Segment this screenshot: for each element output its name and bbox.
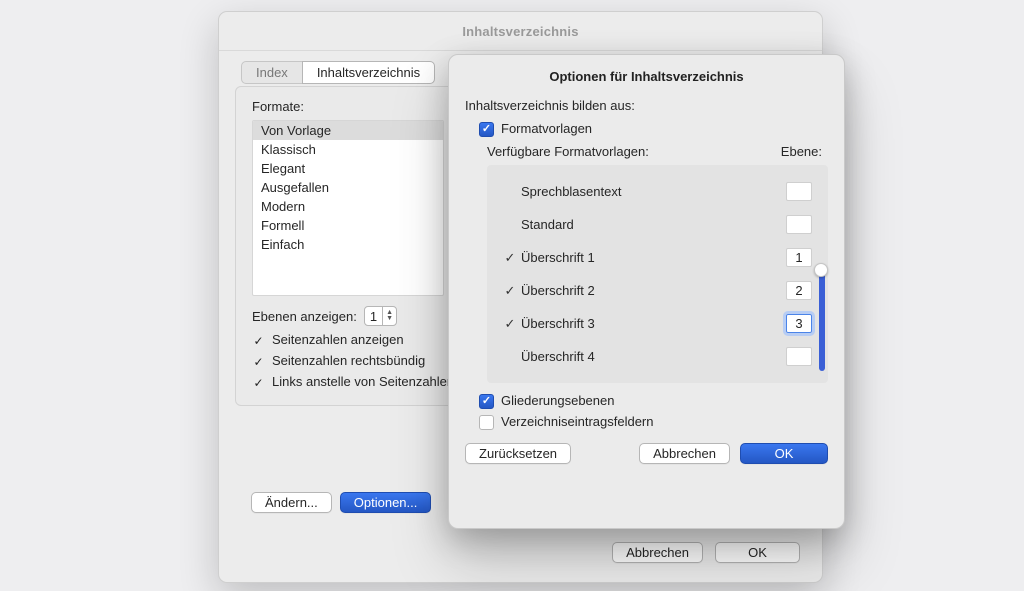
- tab-index[interactable]: Index: [241, 61, 303, 84]
- style-row: ✓ Überschrift 2 2: [499, 274, 816, 307]
- style-name: Überschrift 4: [521, 349, 786, 364]
- style-name: Überschrift 3: [521, 316, 786, 331]
- list-item[interactable]: Von Vorlage: [253, 121, 443, 140]
- option-label: Links anstelle von Seitenzahlen: [272, 374, 454, 389]
- sheet-button-row: Zurücksetzen Abbrechen OK: [465, 443, 828, 464]
- style-row: Überschrift 4: [499, 340, 816, 373]
- checkbox-label: Verzeichniseintragsfeldern: [501, 414, 653, 429]
- checkmark-icon: [252, 355, 265, 368]
- checkbox-label: Formatvorlagen: [501, 121, 592, 136]
- levels-stepper[interactable]: 1 ▲▼: [364, 306, 397, 326]
- style-checkmark: ✓: [499, 283, 521, 299]
- list-item[interactable]: Einfach: [253, 235, 443, 254]
- stepper-arrows-icon[interactable]: ▲▼: [382, 307, 396, 325]
- modify-button[interactable]: Ändern...: [251, 492, 332, 513]
- entry-fields-checkbox-row[interactable]: Verzeichniseintragsfeldern: [479, 414, 828, 429]
- checkmark-icon: [252, 376, 265, 389]
- scrollbar-thumb[interactable]: [819, 273, 825, 371]
- level-input[interactable]: [786, 347, 812, 366]
- styles-area: Verfügbare Formatvorlagen: Ebene: Sprech…: [487, 144, 828, 383]
- toc-options-sheet: Optionen für Inhaltsverzeichnis Inhaltsv…: [448, 54, 845, 529]
- style-checkmark: ✓: [499, 316, 521, 332]
- list-item[interactable]: Formell: [253, 216, 443, 235]
- tab-toc[interactable]: Inhaltsverzeichnis: [302, 61, 435, 84]
- level-input[interactable]: [786, 215, 812, 234]
- checkbox-icon[interactable]: [479, 122, 494, 137]
- list-item[interactable]: Modern: [253, 197, 443, 216]
- reset-button[interactable]: Zurücksetzen: [465, 443, 571, 464]
- checkbox-icon[interactable]: [479, 415, 494, 430]
- level-input[interactable]: 2: [786, 281, 812, 300]
- level-input[interactable]: 1: [786, 248, 812, 267]
- style-checkmark: ✓: [499, 250, 521, 266]
- style-row: ✓ Überschrift 1 1: [499, 241, 816, 274]
- level-input[interactable]: 3: [786, 314, 812, 333]
- build-from-label: Inhaltsverzeichnis bilden aus:: [465, 98, 828, 113]
- sheet-title: Optionen für Inhaltsverzeichnis: [465, 69, 828, 84]
- level-column-label: Ebene:: [781, 144, 822, 159]
- cancel-button[interactable]: Abbrechen: [612, 542, 703, 563]
- checkmark-icon: [252, 334, 265, 347]
- checkbox-icon[interactable]: [479, 394, 494, 409]
- levels-value: 1: [365, 309, 382, 324]
- list-item[interactable]: Ausgefallen: [253, 178, 443, 197]
- style-row: Standard: [499, 208, 816, 241]
- style-row: ✓ Überschrift 3 3: [499, 307, 816, 340]
- formats-list[interactable]: Von Vorlage Klassisch Elegant Ausgefalle…: [252, 120, 444, 296]
- outline-checkbox-row[interactable]: Gliederungsebenen: [479, 393, 828, 408]
- styles-checkbox-row[interactable]: Formatvorlagen: [479, 121, 828, 136]
- style-name: Überschrift 2: [521, 283, 786, 298]
- option-label: Seitenzahlen rechtsbündig: [272, 353, 425, 368]
- scrollbar[interactable]: [819, 177, 825, 371]
- cancel-button[interactable]: Abbrechen: [639, 443, 730, 464]
- checkbox-label: Gliederungsebenen: [501, 393, 614, 408]
- window-footer: Abbrechen OK: [612, 542, 800, 563]
- styles-list: Sprechblasentext Standard ✓ Überschrift …: [487, 165, 828, 383]
- ok-button[interactable]: OK: [715, 542, 800, 563]
- options-button[interactable]: Optionen...: [340, 492, 432, 513]
- list-item[interactable]: Klassisch: [253, 140, 443, 159]
- scrollbar-knob-icon[interactable]: [814, 263, 828, 277]
- levels-label: Ebenen anzeigen:: [252, 309, 357, 324]
- option-label: Seitenzahlen anzeigen: [272, 332, 404, 347]
- level-input[interactable]: [786, 182, 812, 201]
- style-name: Sprechblasentext: [521, 184, 786, 199]
- ok-button[interactable]: OK: [740, 443, 828, 464]
- list-item[interactable]: Elegant: [253, 159, 443, 178]
- style-name: Standard: [521, 217, 786, 232]
- available-styles-label: Verfügbare Formatvorlagen:: [487, 144, 649, 159]
- style-row: Sprechblasentext: [499, 175, 816, 208]
- window-title: Inhaltsverzeichnis: [219, 12, 822, 51]
- style-name: Überschrift 1: [521, 250, 786, 265]
